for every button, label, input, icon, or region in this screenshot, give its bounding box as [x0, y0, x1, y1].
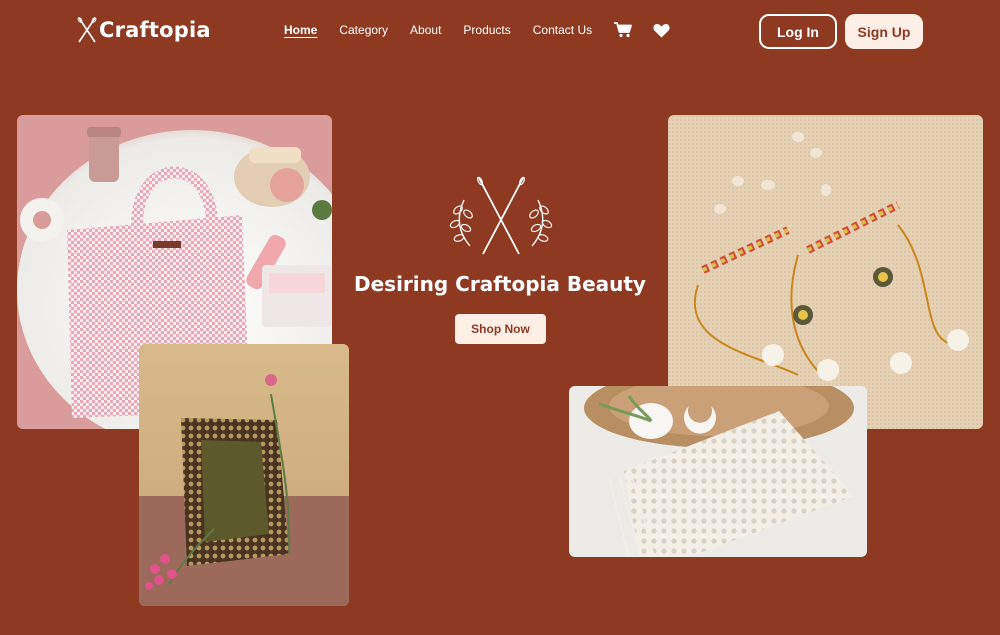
- nav-link-about[interactable]: About: [410, 23, 441, 37]
- brand-logo[interactable]: Craftopia: [76, 16, 211, 44]
- ornate-frame-photo: [139, 344, 349, 606]
- crossed-needles-icon: [77, 17, 97, 43]
- heart-icon[interactable]: [652, 21, 670, 39]
- signup-button[interactable]: Sign Up: [845, 14, 923, 49]
- crossed-needles-laurel-icon: [446, 172, 556, 256]
- hero-title: Desiring Craftopia Beauty: [354, 272, 646, 296]
- landing-page: Craftopia Home Category About Products C…: [0, 0, 1000, 635]
- macrame-placemat-photo: [569, 386, 867, 557]
- nav-link-category[interactable]: Category: [339, 23, 388, 37]
- main-nav: Home Category About Products Contact Us: [284, 21, 670, 39]
- beaded-bracelets-photo: [668, 115, 983, 429]
- nav-link-contact[interactable]: Contact Us: [533, 23, 592, 37]
- brand-name: Craftopia: [99, 18, 211, 42]
- nav-link-products[interactable]: Products: [463, 23, 510, 37]
- login-button[interactable]: Log In: [759, 14, 837, 49]
- nav-link-home[interactable]: Home: [284, 23, 317, 37]
- cart-icon[interactable]: [614, 21, 633, 39]
- shop-now-button[interactable]: Shop Now: [455, 314, 546, 344]
